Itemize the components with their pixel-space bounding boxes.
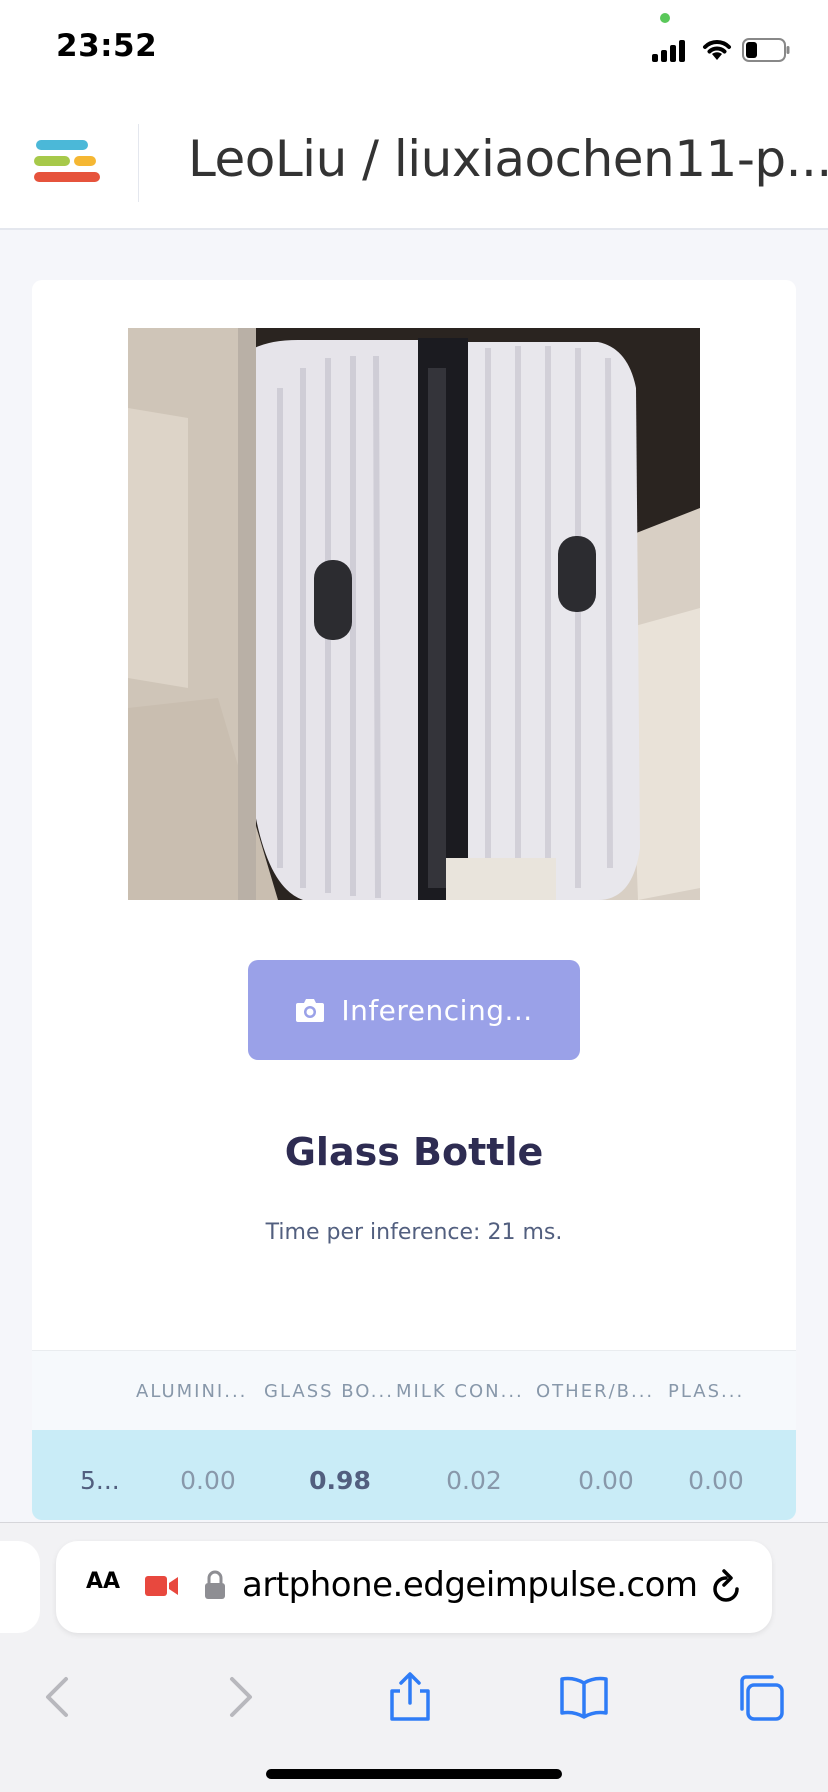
text-size-label: AA bbox=[86, 1569, 121, 1594]
results-table-header: ALUMINI... GLASS BO... MILK CON... OTHER… bbox=[32, 1350, 796, 1430]
column-header: MILK CON... bbox=[396, 1381, 524, 1402]
table-cell-top-score: 0.98 bbox=[309, 1466, 371, 1495]
inference-timing: Time per inference: 21 ms. bbox=[265, 1220, 563, 1245]
classification-result: Glass Bottle bbox=[284, 1130, 544, 1174]
address-bar[interactable]: AA artphone.edgeimpulse.com bbox=[56, 1541, 772, 1633]
browser-toolbar: AA artphone.edgeimpulse.com bbox=[0, 1522, 828, 1792]
reload-icon[interactable] bbox=[708, 1567, 744, 1607]
cellular-signal-icon bbox=[652, 38, 690, 62]
classification-card: Inferencing... Glass Bottle Time per inf… bbox=[32, 280, 796, 1520]
lock-icon bbox=[205, 1570, 225, 1599]
camera-recording-icon[interactable] bbox=[144, 1573, 180, 1599]
inferencing-button[interactable]: Inferencing... bbox=[248, 960, 580, 1060]
camera-preview-image bbox=[128, 328, 700, 900]
inferencing-button-label: Inferencing... bbox=[341, 993, 533, 1027]
url-text: artphone.edgeimpulse.com bbox=[242, 1565, 698, 1605]
column-header: OTHER/B... bbox=[536, 1381, 655, 1402]
battery-icon bbox=[742, 38, 790, 62]
table-cell: 0.02 bbox=[446, 1466, 502, 1495]
results-table-row: 5... 0.00 0.98 0.02 0.00 0.00 bbox=[32, 1430, 796, 1520]
column-header: PLAS... bbox=[668, 1381, 745, 1402]
text-size-button[interactable]: AA bbox=[86, 1569, 120, 1594]
app-header: LeoLiu / liuxiaochen11-p... bbox=[0, 100, 828, 230]
camera-in-use-indicator bbox=[660, 13, 670, 23]
column-header: ALUMINI... bbox=[136, 1381, 248, 1402]
row-label: 5... bbox=[80, 1466, 120, 1495]
back-icon[interactable] bbox=[34, 1671, 86, 1723]
header-divider bbox=[138, 124, 139, 202]
table-cell: 0.00 bbox=[688, 1466, 744, 1495]
share-icon[interactable] bbox=[384, 1671, 436, 1723]
forward-icon[interactable] bbox=[212, 1671, 264, 1723]
home-indicator[interactable] bbox=[266, 1769, 562, 1779]
status-time: 23:52 bbox=[56, 28, 158, 64]
tabs-icon[interactable] bbox=[734, 1671, 786, 1723]
column-header: GLASS BO... bbox=[264, 1381, 394, 1402]
previous-tab-preview[interactable] bbox=[0, 1541, 40, 1633]
status-bar: 23:52 bbox=[0, 0, 828, 100]
table-cell: 0.00 bbox=[578, 1466, 634, 1495]
project-title: LeoLiu / liuxiaochen11-p... bbox=[188, 130, 828, 188]
camera-icon bbox=[296, 999, 325, 1022]
edge-impulse-logo[interactable] bbox=[34, 138, 104, 188]
table-cell: 0.00 bbox=[180, 1466, 236, 1495]
wifi-icon bbox=[703, 40, 731, 60]
bookmarks-icon[interactable] bbox=[558, 1671, 610, 1723]
